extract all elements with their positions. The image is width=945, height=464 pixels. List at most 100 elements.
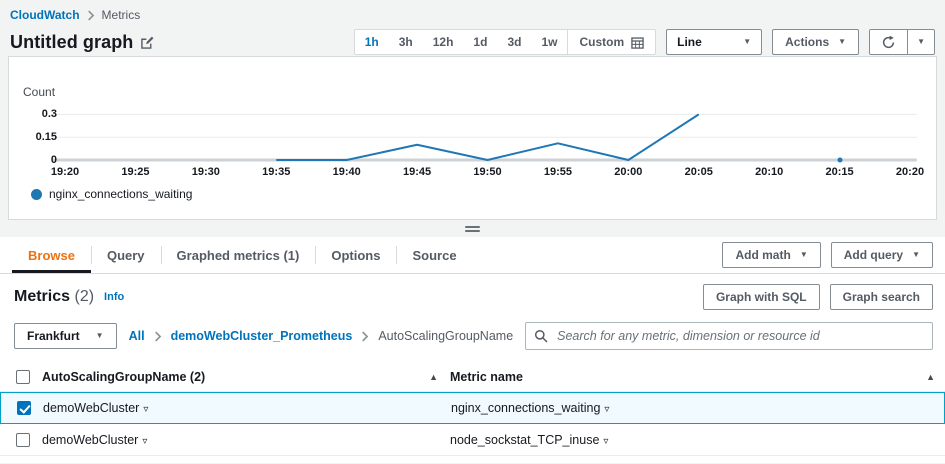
y-axis-unit-label: Count <box>23 85 56 99</box>
x-axis-tick: 20:20 <box>895 166 925 178</box>
tab-query[interactable]: Query <box>90 237 161 273</box>
panel-tabs-bar: Browse Query Graphed metrics (1) Options Sou… <box>0 237 945 274</box>
graph-with-sql-button[interactable]: Graph with SQL <box>702 284 820 310</box>
sort-asc-icon[interactable]: ▲ <box>926 372 935 382</box>
metric-graph-panel: Count 0 0.15 0.3 19:20 19:25 19:30 19:35 19:40… <box>8 56 937 220</box>
time-range-3h[interactable]: 3h <box>389 30 423 54</box>
path-item-demowebcluster_prometheus[interactable]: demoWebCluster_Prometheus <box>171 329 353 343</box>
table-header: AutoScalingGroupName (2) ▲ Metric name ▲ <box>0 362 945 392</box>
legend-item[interactable]: nginx_connections_waiting <box>31 187 192 201</box>
x-axis-tick: 19:45 <box>403 166 432 178</box>
graph-search-button[interactable]: Graph search <box>829 284 933 310</box>
x-axis-tick: 20:10 <box>755 166 784 178</box>
refresh-options-button[interactable]: ▼ <box>908 30 934 54</box>
tab-graphed-metrics-1[interactable]: Graphed metrics (1) <box>160 237 316 273</box>
chart-type-value: Line <box>677 35 702 49</box>
breadcrumb-item-cloudwatch[interactable]: CloudWatch <box>10 8 80 22</box>
y-axis-tick: 0.3 <box>41 108 57 121</box>
data-point-dot <box>837 157 843 163</box>
page-title: Untitled graph <box>10 31 134 52</box>
region-select[interactable]: Frankfurt ▼ <box>14 323 117 349</box>
metric-name-value: node_sockstat_TCP_inuse ▿ <box>450 432 609 447</box>
x-axis-tick: 19:30 <box>191 166 220 178</box>
table-row[interactable]: demoWebCluster ▿ nginx_connections_waiting… <box>0 392 945 424</box>
tab-browse[interactable]: Browse <box>12 237 91 273</box>
time-range-1h[interactable]: 1h <box>355 30 389 54</box>
time-range-1w[interactable]: 1w <box>531 30 567 54</box>
panel-resize-handle[interactable] <box>0 220 945 237</box>
x-axis-tick: 20:15 <box>825 166 854 178</box>
table-row[interactable]: demoWebCluster ▿ node_sockstat_TCP_inuse ▿ <box>0 424 945 456</box>
refresh-button[interactable] <box>870 30 909 54</box>
edit-title-icon[interactable] <box>141 36 154 49</box>
path-item-autoscalinggroupname: AutoScalingGroupName <box>378 329 514 343</box>
x-axis-tick: 20:00 <box>614 166 643 178</box>
path-item-all[interactable]: All <box>129 329 145 343</box>
dimension-dropdown-icon[interactable]: ▿ <box>143 404 148 415</box>
column-header-dimension[interactable]: AutoScalingGroupName (2) <box>42 370 205 384</box>
y-axis-tick: 0 <box>50 154 57 166</box>
chart-legend: nginx_connections_waiting <box>31 187 192 201</box>
refresh-icon <box>882 35 895 48</box>
panel-tabs: Browse Query Graphed metrics (1) Options Sou… <box>12 237 473 273</box>
metrics-table: AutoScalingGroupName (2) ▲ Metric name ▲… <box>0 362 945 456</box>
dimension-value: demoWebCluster ▿ <box>43 401 149 415</box>
x-axis-tick: 20:05 <box>684 166 713 178</box>
time-range-custom[interactable]: Custom <box>567 30 655 54</box>
region-value: Frankfurt <box>27 329 80 343</box>
metrics-browser-panel: Browse Query Graphed metrics (1) Options Sou… <box>0 237 945 463</box>
metrics-count: (2) <box>74 288 95 305</box>
metrics-path-breadcrumb: All demoWebCluster_Prometheus AutoScalingG… <box>129 329 514 343</box>
x-axis-tick: 19:35 <box>262 166 291 178</box>
time-range-3d[interactable]: 3d <box>497 30 531 54</box>
metrics-title: Metrics (2) <box>14 288 95 305</box>
x-axis-tick: 19:20 <box>50 166 80 178</box>
metric-name-value: nginx_connections_waiting ▿ <box>451 401 610 415</box>
metrics-filter-row: Frankfurt ▼ All demoWebCluster_Prometheus… <box>0 316 945 358</box>
calendar-icon <box>631 36 644 49</box>
chart-toolbar: 1h 3h 12h 1d 3d 1w Custom Line ▼ Actions ▼ <box>353 29 935 55</box>
table-body: demoWebCluster ▿ nginx_connections_waiting… <box>0 392 945 456</box>
chevron-down-icon: ▼ <box>743 37 752 46</box>
actions-button[interactable]: Actions ▼ <box>772 29 860 55</box>
chevron-down-icon: ▼ <box>799 250 808 259</box>
dimension-value: demoWebCluster ▿ <box>42 432 148 447</box>
column-header-metric-name[interactable]: Metric name <box>450 370 523 384</box>
time-range-12h[interactable]: 12h <box>423 30 464 54</box>
x-axis-tick: 19:40 <box>332 166 361 178</box>
y-axis-tick: 0.15 <box>35 131 57 144</box>
line-chart <box>65 103 910 160</box>
select-all-checkbox[interactable] <box>16 369 30 384</box>
sort-asc-icon[interactable]: ▲ <box>429 372 438 382</box>
time-range-1d[interactable]: 1d <box>463 30 497 54</box>
chevron-down-icon: ▼ <box>95 331 104 340</box>
metric-dropdown-icon[interactable]: ▿ <box>604 404 609 415</box>
chevron-down-icon: ▼ <box>917 37 925 46</box>
chart-plot-area[interactable]: 0 0.15 0.3 <box>36 103 910 166</box>
metric-search-input[interactable] <box>525 322 933 350</box>
chevron-down-icon: ▼ <box>912 250 920 259</box>
add-query-button[interactable]: Add query ▼ <box>830 242 933 268</box>
x-axis-tick: 19:55 <box>543 166 572 178</box>
row-checkbox[interactable] <box>16 432 30 447</box>
row-checkbox[interactable] <box>17 401 31 415</box>
info-link[interactable]: Info <box>104 291 124 303</box>
chevron-right-icon <box>362 331 369 341</box>
x-axis-tick: 19:25 <box>121 166 150 178</box>
time-range-control: 1h 3h 12h 1d 3d 1w Custom <box>353 29 657 55</box>
add-math-button[interactable]: Add math ▼ <box>722 242 821 268</box>
cloudwatch-metrics-page: CloudWatch Metrics Untitled graph 1h 3h 12h… <box>0 0 945 464</box>
breadcrumb-item-metrics: Metrics <box>101 8 141 22</box>
tab-options[interactable]: Options <box>315 237 396 273</box>
chevron-right-icon <box>87 10 94 20</box>
metrics-header-row: Metrics (2) Info Graph with SQL Graph se… <box>0 274 945 316</box>
page-header: CloudWatch Metrics Untitled graph 1h 3h 12h… <box>0 0 945 55</box>
chevron-down-icon: ▼ <box>838 37 847 46</box>
tab-source[interactable]: Source <box>396 237 472 273</box>
dimension-dropdown-icon[interactable]: ▿ <box>142 436 147 447</box>
metric-dropdown-icon[interactable]: ▿ <box>603 436 608 447</box>
x-axis-ticks: 19:20 19:25 19:30 19:35 19:40 19:45 19:50 19:55… <box>51 166 924 180</box>
x-axis-tick: 19:50 <box>473 166 502 178</box>
chart-type-select[interactable]: Line ▼ <box>666 29 763 55</box>
chevron-right-icon <box>154 331 161 341</box>
